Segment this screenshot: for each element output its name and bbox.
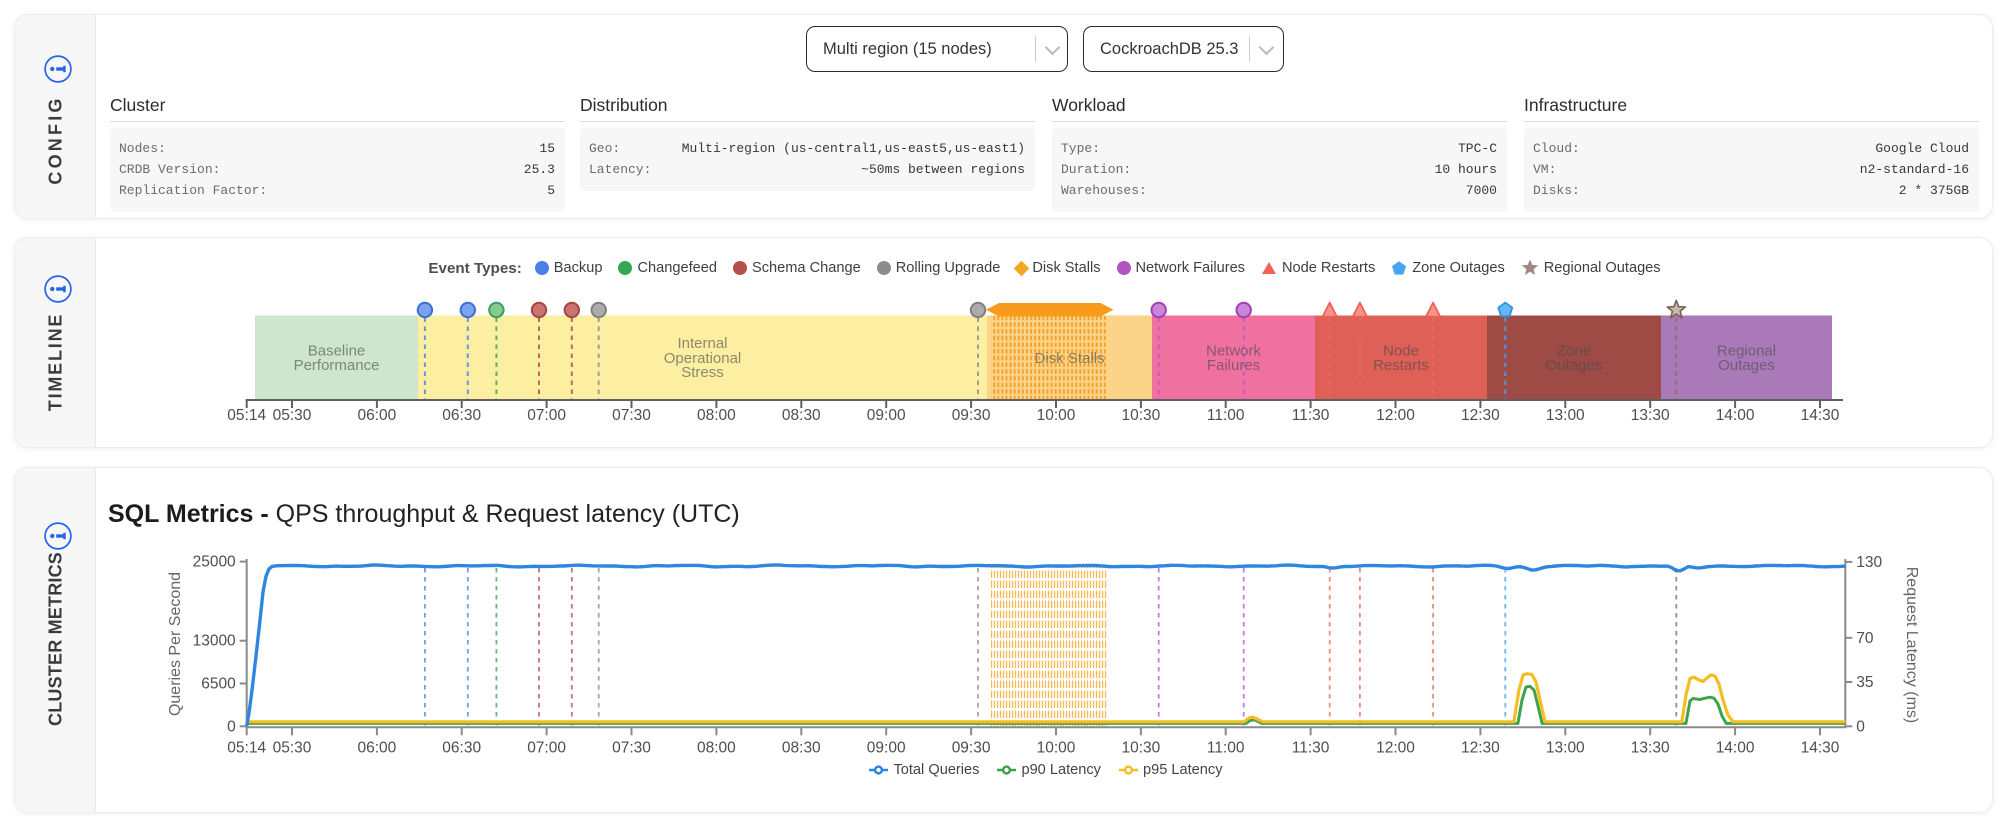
svg-text:0: 0 [227, 718, 236, 735]
svg-text:11:00: 11:00 [1207, 739, 1245, 756]
svg-text:07:30: 07:30 [612, 407, 651, 424]
svg-text:05:14: 05:14 [227, 407, 266, 424]
svg-text:Restarts: Restarts [1373, 357, 1429, 374]
svg-text:09:30: 09:30 [952, 407, 991, 424]
svg-text:14:00: 14:00 [1716, 739, 1755, 756]
svg-text:35: 35 [1856, 674, 1873, 691]
svg-text:Stress: Stress [681, 364, 724, 381]
svg-text:11:00: 11:00 [1207, 407, 1245, 424]
svg-text:10:30: 10:30 [1122, 739, 1161, 756]
svg-text:13:00: 13:00 [1546, 739, 1585, 756]
svg-text:10:30: 10:30 [1122, 407, 1161, 424]
svg-text:07:00: 07:00 [527, 407, 566, 424]
svg-text:09:00: 09:00 [867, 739, 906, 756]
svg-text:05:14: 05:14 [227, 739, 266, 756]
svg-text:12:00: 12:00 [1376, 739, 1415, 756]
svg-text:06:30: 06:30 [442, 407, 481, 424]
svg-text:13000: 13000 [193, 633, 236, 650]
svg-text:Outages: Outages [1718, 357, 1775, 374]
svg-text:09:30: 09:30 [952, 739, 991, 756]
svg-text:0: 0 [1856, 718, 1865, 735]
svg-text:14:30: 14:30 [1801, 407, 1840, 424]
svg-text:Disk Stalls: Disk Stalls [1034, 350, 1104, 367]
svg-text:130: 130 [1856, 554, 1882, 571]
svg-text:13:30: 13:30 [1631, 407, 1670, 424]
svg-text:10:00: 10:00 [1037, 739, 1076, 756]
svg-text:Outages: Outages [1546, 357, 1603, 374]
svg-text:07:00: 07:00 [527, 739, 566, 756]
svg-text:06:30: 06:30 [442, 739, 481, 756]
svg-text:08:30: 08:30 [782, 739, 821, 756]
svg-text:14:30: 14:30 [1801, 739, 1840, 756]
svg-text:6500: 6500 [201, 676, 236, 693]
svg-text:11:30: 11:30 [1292, 407, 1330, 424]
svg-text:25000: 25000 [193, 554, 236, 571]
svg-text:11:30: 11:30 [1292, 739, 1330, 756]
svg-text:13:30: 13:30 [1631, 739, 1670, 756]
svg-text:06:00: 06:00 [358, 739, 397, 756]
svg-text:Failures: Failures [1207, 357, 1260, 374]
svg-text:14:00: 14:00 [1716, 407, 1755, 424]
svg-text:08:00: 08:00 [697, 407, 736, 424]
svg-text:08:00: 08:00 [697, 739, 736, 756]
svg-text:05:30: 05:30 [273, 739, 312, 756]
svg-text:06:00: 06:00 [358, 407, 397, 424]
svg-text:70: 70 [1856, 630, 1874, 647]
svg-text:12:30: 12:30 [1461, 407, 1500, 424]
svg-text:10:00: 10:00 [1037, 407, 1076, 424]
svg-text:05:30: 05:30 [273, 407, 312, 424]
svg-text:12:00: 12:00 [1376, 407, 1415, 424]
svg-text:07:30: 07:30 [612, 739, 651, 756]
svg-text:Performance: Performance [294, 357, 380, 374]
svg-text:13:00: 13:00 [1546, 407, 1585, 424]
svg-text:08:30: 08:30 [782, 407, 821, 424]
svg-text:12:30: 12:30 [1461, 739, 1500, 756]
svg-text:09:00: 09:00 [867, 407, 906, 424]
